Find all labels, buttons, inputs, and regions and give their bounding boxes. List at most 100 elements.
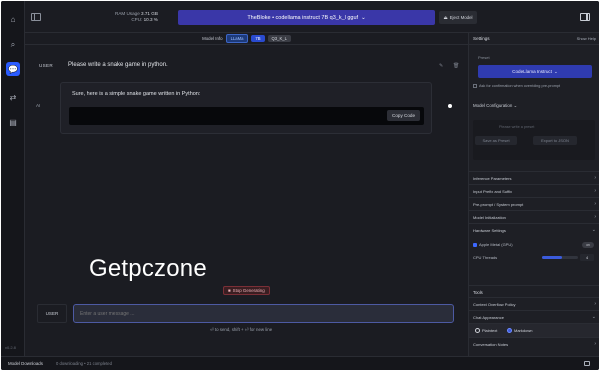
- accordion-chat-appearance[interactable]: Chat Appearance ⌄: [469, 310, 599, 323]
- chevron-down-icon: ⌄: [513, 103, 518, 108]
- model-name: TheBloke • codellama instruct 7B q3_k_l …: [247, 14, 359, 21]
- eject-icon: ⏏: [443, 14, 448, 20]
- accordion-label: Context Overflow Policy: [473, 302, 516, 307]
- eject-label: Eject Model: [449, 15, 473, 20]
- chevron-right-icon: ›: [594, 188, 596, 194]
- save-preset-button[interactable]: Save as Preset: [475, 136, 517, 145]
- search-icon[interactable]: ⌕: [8, 40, 18, 50]
- home-icon[interactable]: ⌂: [8, 14, 18, 24]
- settings-title: Settings: [473, 36, 490, 41]
- accordion-conversation-notes[interactable]: Conversation Notes ›: [469, 337, 599, 350]
- preset-value: CodeLlama Instruct: [512, 69, 552, 74]
- right-panel-toggle-icon[interactable]: [580, 13, 590, 21]
- eject-model-button[interactable]: ⏏ Eject Model: [439, 11, 477, 24]
- ask-label: Ask for confirmation when overriding pre…: [479, 84, 561, 88]
- accordion-context-overflow[interactable]: Context Overflow Policy ›: [469, 297, 599, 310]
- stop-label: Stop Generating: [232, 288, 265, 293]
- cpu-value: 10.3 %: [143, 17, 158, 22]
- cpu-threads-label: CPU Threads: [473, 255, 498, 260]
- appearance-options: Plaintext Markdown: [469, 323, 599, 337]
- chevron-right-icon: ›: [594, 214, 596, 220]
- slider-fill: [542, 256, 562, 259]
- apple-metal-toggle[interactable]: on: [582, 242, 594, 248]
- markdown-option[interactable]: Markdown: [507, 328, 532, 333]
- input-role-toggle[interactable]: USER: [37, 304, 67, 323]
- generating-indicator: [448, 104, 452, 108]
- apple-metal-row[interactable]: Apple Metal (GPU): [473, 242, 513, 247]
- preset-dropdown[interactable]: CodeLlama Instruct ⌄: [478, 65, 592, 78]
- ask-checkbox[interactable]: [473, 84, 477, 88]
- model-downloads-label[interactable]: Model Downloads: [8, 361, 43, 366]
- delete-icon[interactable]: 🗑: [453, 63, 459, 69]
- accordion-label: Input Prefix and Suffix: [473, 189, 513, 194]
- sidebar-toggle-icon[interactable]: [31, 13, 41, 21]
- size-tag: 7B: [251, 35, 265, 42]
- stop-icon: ■: [228, 288, 231, 293]
- left-nav-rail: ⌂ ⌕ 💬 ⇄ ▤ v0.2.8: [1, 1, 25, 356]
- chevron-right-icon: ›: [594, 301, 596, 307]
- chevron-down-icon: ⌄: [591, 314, 596, 320]
- ask-confirmation-row[interactable]: Ask for confirmation when overriding pre…: [473, 84, 560, 88]
- tools-label: Tools: [473, 290, 483, 295]
- model-info-label: Model Info: [202, 36, 223, 41]
- copy-code-button[interactable]: Copy Code: [387, 110, 420, 121]
- accordion-preprompt[interactable]: Pre-prompt / System prompt ›: [469, 197, 599, 210]
- show-help-toggle[interactable]: Show Help: [577, 36, 596, 41]
- tools-header: Tools: [469, 285, 599, 297]
- apple-metal-checkbox[interactable]: [473, 242, 477, 247]
- export-json-button[interactable]: Export to JSON: [533, 136, 577, 145]
- accordion-prefix-suffix[interactable]: Input Prefix and Suffix ›: [469, 184, 599, 197]
- watermark: Getpczone: [89, 255, 207, 282]
- chat-area: USER Please write a snake game in python…: [25, 46, 468, 356]
- preset-name-placeholder: Please write a preset: [499, 125, 535, 129]
- user-role-label: USER: [39, 63, 53, 68]
- chat-icon[interactable]: 💬: [6, 62, 20, 76]
- app-window: ⌂ ⌕ 💬 ⇄ ▤ v0.2.8 RAM Usage 3.71 GB CPU: …: [1, 1, 599, 370]
- cpu-threads-row: CPU Threads: [473, 255, 497, 260]
- downloads-panel-icon[interactable]: [584, 361, 590, 366]
- plaintext-option[interactable]: Plaintext: [475, 328, 497, 333]
- ram-label: RAM Usage: [115, 11, 140, 16]
- quant-tag: Q3_K_L: [267, 35, 291, 42]
- arch-tag: LLaMa: [225, 34, 249, 43]
- accordion-label: Chat Appearance: [473, 315, 504, 320]
- chevron-right-icon: ›: [594, 201, 596, 207]
- send-hint: ⏎ to send, shift + ⏎ for new line: [210, 327, 273, 332]
- downloads-summary: 0 downloading • 21 completed: [56, 361, 112, 366]
- chevron-down-icon: ⌄: [361, 14, 366, 21]
- version-label: v0.2.8: [5, 345, 16, 350]
- markdown-label: Markdown: [514, 328, 533, 333]
- model-config-box: Please write a preset Save as Preset Exp…: [473, 120, 595, 160]
- cpu-threads-value[interactable]: 4: [580, 254, 594, 261]
- model-config-header[interactable]: Model Configuration ⌄: [473, 103, 517, 109]
- chevron-down-icon: ⌄: [591, 227, 596, 233]
- accordion-inference[interactable]: Inference Parameters ›: [469, 171, 599, 184]
- chevron-right-icon: ›: [594, 175, 596, 181]
- plaintext-label: Plaintext: [482, 328, 498, 333]
- accordion-model-init[interactable]: Model Initialization ›: [469, 210, 599, 223]
- cpu-label: CPU:: [131, 17, 143, 22]
- apple-metal-label: Apple Metal (GPU): [479, 242, 513, 247]
- accordion-hardware[interactable]: Hardware Settings ⌄: [469, 223, 599, 236]
- message-input[interactable]: [73, 304, 454, 323]
- folder-icon[interactable]: ▤: [8, 117, 18, 127]
- model-selector[interactable]: TheBloke • codellama instruct 7B q3_k_l …: [178, 10, 435, 25]
- radio-icon[interactable]: [475, 328, 480, 333]
- chevron-down-icon: ⌄: [553, 68, 558, 74]
- transfer-icon[interactable]: ⇄: [8, 92, 18, 102]
- edit-icon[interactable]: ✎: [439, 63, 443, 69]
- cpu-threads-slider[interactable]: [542, 256, 578, 259]
- ram-value: 3.71 GB: [141, 11, 158, 16]
- accordion-label: Pre-prompt / System prompt: [473, 202, 524, 207]
- accordion-label: Hardware Settings: [473, 228, 506, 233]
- radio-selected-icon[interactable]: [507, 328, 512, 333]
- ai-message: Sure, here is a simple snake game writte…: [72, 91, 201, 97]
- chevron-right-icon: ›: [594, 341, 596, 347]
- stop-generating-button[interactable]: ■ Stop Generating: [223, 286, 270, 295]
- user-message: Please write a snake game in python.: [68, 62, 168, 68]
- ai-message-card: Sure, here is a simple snake game writte…: [60, 82, 432, 134]
- accordion-label: Conversation Notes: [473, 342, 509, 347]
- resource-usage: RAM Usage 3.71 GB CPU: 10.3 %: [115, 11, 158, 23]
- accordion-label: Model Initialization: [473, 215, 506, 220]
- message-composer: USER: [37, 304, 454, 323]
